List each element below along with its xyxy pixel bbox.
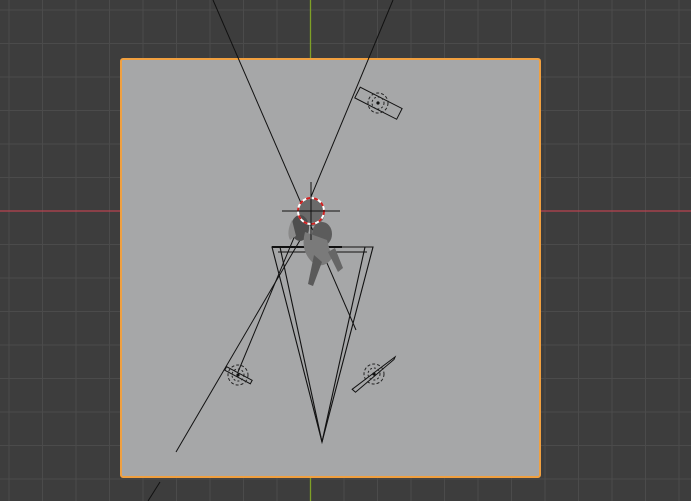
- 3d-viewport[interactable]: [0, 0, 691, 501]
- ground-plane[interactable]: [120, 58, 541, 478]
- viewport-canvas[interactable]: [0, 0, 691, 501]
